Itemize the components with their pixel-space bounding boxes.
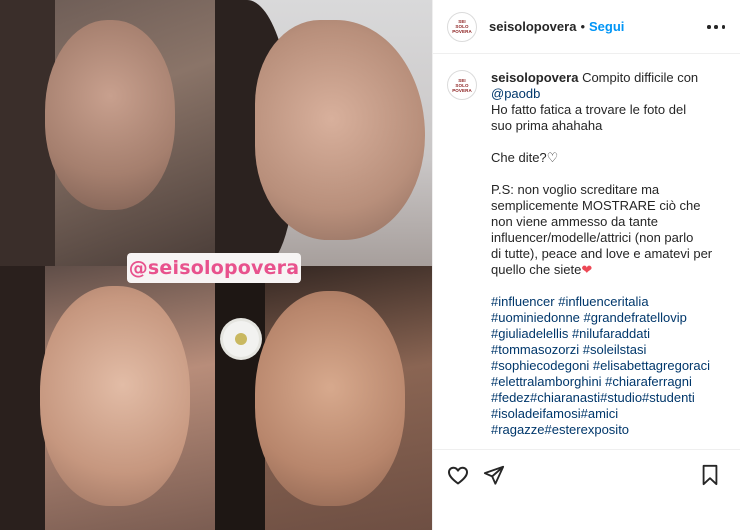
photo-top-left [0,0,215,266]
hashtag-line[interactable]: #influencer #influenceritalia [491,294,721,310]
red-heart-emoji: ❤ [581,262,593,277]
caption-ps-line: influencer/modelle/attrici (non parlo [491,230,694,245]
hashtag-line[interactable]: #elettralamborghini #chiaraferragni [491,374,721,390]
caption-ps-line: semplicemente MOSTRARE ciò che [491,198,701,213]
hashtag-line[interactable]: #giuliadelellis #nilufaraddati [491,326,721,342]
caption: SEI SOLO POVERA seisolopovera Compito di… [447,70,737,438]
separator-dot: • [580,19,585,34]
photo-top-right [215,0,432,266]
caption-ps-line: non viene ammesso da tante [491,214,658,229]
caption-intro: Compito difficile con [582,70,699,85]
hashtag-line[interactable]: #sophiecodegoni #elisabettagregoraci [491,358,721,374]
follow-button[interactable]: Segui [589,19,624,34]
post-media[interactable]: @seisolopovera [0,0,432,530]
caption-line: Ho fatto fatica a trovare le foto del [491,102,687,117]
watermark-label: @seisolopovera [127,253,301,283]
caption-avatar[interactable]: SEI SOLO POVERA [447,70,477,100]
hashtag-line[interactable]: #tommasozorzi #soleilstasi [491,342,721,358]
hashtag-line[interactable]: #uominiedonne #grandefratellovip [491,310,721,326]
post-header: SEI SOLO POVERA seisolopovera • Segui [433,0,740,54]
caption-question: Che dite? [491,150,547,165]
post-details-panel: SEI SOLO POVERA seisolopovera • Segui SE… [432,0,740,530]
paper-plane-icon[interactable] [481,462,507,488]
header-username[interactable]: seisolopovera [489,19,576,34]
photo-bottom-left [0,266,215,530]
caption-line: suo prima ahahaha [491,118,603,133]
caption-username[interactable]: seisolopovera [491,70,578,85]
caption-text: seisolopovera Compito difficile con @pao… [491,70,721,438]
hashtag-line[interactable]: #isoladeifamosi#amici [491,406,721,422]
caption-ps-line: quello che siete [491,262,582,277]
heart-outline-emoji: ♡ [546,150,559,165]
avatar[interactable]: SEI SOLO POVERA [447,11,477,42]
hashtag-line[interactable]: #ragazze#esterexposito [491,422,721,438]
bookmark-icon[interactable] [697,462,723,488]
hashtag-line[interactable]: #fedez#chiaranasti#studio#studenti [491,390,721,406]
action-bar [433,449,740,499]
flower-decoration [223,321,259,357]
heart-icon[interactable] [445,462,471,488]
caption-ps-line: di tutte), peace and love e amatevi per [491,246,713,261]
photo-bottom-right [215,266,432,530]
mention-link[interactable]: @paodb [491,86,540,101]
more-options-icon[interactable] [707,18,725,36]
caption-ps-line: P.S: non voglio screditare ma [491,182,660,197]
